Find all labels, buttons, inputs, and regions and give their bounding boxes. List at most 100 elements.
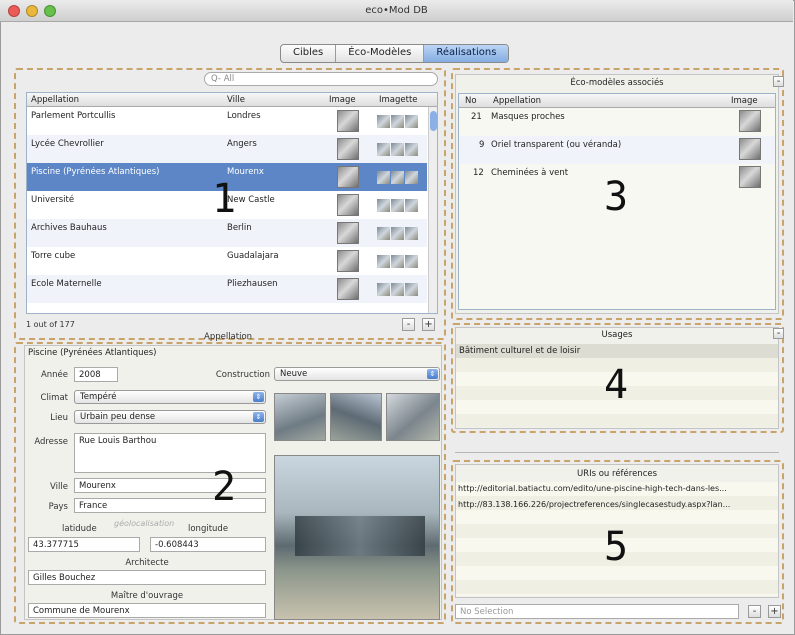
thumbnail-image <box>391 227 404 240</box>
annee-field[interactable]: 2008 <box>74 367 118 382</box>
eco-row[interactable]: 9 Oriel transparent (ou véranda) <box>459 136 775 164</box>
chevron-updown-icon: ⇕ <box>427 369 438 379</box>
tab-cibles[interactable]: Cibles <box>281 45 337 62</box>
column-imagette[interactable]: Imagette <box>379 95 418 105</box>
climat-select[interactable]: Tempéré ⇕ <box>74 390 266 404</box>
row-appellation: Université <box>31 195 75 205</box>
tab-eco-modeles[interactable]: Éco-Modèles <box>336 45 425 62</box>
row-appellation: Ecole Maternelle <box>31 279 102 289</box>
pays-field[interactable]: France <box>74 498 266 513</box>
marker-5: 5 <box>604 524 629 570</box>
row-appellation: Parlement Portcullis <box>31 111 116 121</box>
sort-label: Appellation <box>204 332 253 342</box>
thumbnail-image <box>377 143 390 156</box>
latitude-label: latidude <box>62 524 97 534</box>
ville-field[interactable]: Mourenx <box>74 478 266 493</box>
ville-label: Ville <box>50 482 68 492</box>
maitre-ouvrage-field[interactable]: Commune de Mourenx <box>28 603 266 618</box>
thumbnail-image <box>377 227 390 240</box>
thumbnail-image <box>405 283 418 296</box>
eco-modeles-title: Éco-modèles associés <box>570 78 664 88</box>
row-ville: Berlin <box>227 223 252 233</box>
table-row[interactable]: Archives Bauhaus Berlin <box>27 219 427 247</box>
add-uri-button[interactable]: + <box>768 605 781 618</box>
marker-2: 2 <box>212 464 237 510</box>
list-item[interactable]: Bâtiment culturel et de loisir <box>456 344 778 358</box>
divider <box>455 452 779 453</box>
thumbnail-image <box>405 255 418 268</box>
column-appellation[interactable]: Appellation <box>493 96 541 106</box>
vertical-scrollbar[interactable] <box>428 107 437 313</box>
marker-3: 3 <box>604 174 629 220</box>
search-input[interactable]: Q- All <box>211 74 234 84</box>
thumbnail-image <box>391 283 404 296</box>
building-image <box>337 138 359 160</box>
table-row[interactable]: Ecole Maternelle Pliezhausen <box>27 275 427 303</box>
thumbnail-image <box>391 143 404 156</box>
thumbnail-image <box>405 115 418 128</box>
row-appellation: Lycée Chevrollier <box>31 139 104 149</box>
scrollbar-thumb[interactable] <box>430 111 437 131</box>
latitude-field[interactable]: 43.377715 <box>28 537 140 552</box>
architecte-field[interactable]: Gilles Bouchez <box>28 570 266 585</box>
column-image[interactable]: Image <box>731 96 758 106</box>
eco-table-header: No Appellation Image <box>459 94 775 108</box>
building-image <box>337 222 359 244</box>
architecte-label: Architecte <box>125 558 169 568</box>
column-no[interactable]: No <box>465 96 477 106</box>
collapse-button[interactable]: - <box>773 328 784 339</box>
table-row[interactable]: Lycée Chevrollier Angers <box>27 135 427 163</box>
remove-uri-button[interactable]: - <box>748 605 761 618</box>
add-record-button[interactable]: + <box>422 318 435 331</box>
construction-select[interactable]: Neuve ⇕ <box>274 367 440 381</box>
building-image <box>337 110 359 132</box>
chevron-updown-icon: ⇕ <box>253 392 264 402</box>
uri-edit-field[interactable]: No Selection <box>455 604 739 619</box>
thumbnail-image <box>405 199 418 212</box>
longitude-field[interactable]: -0.608443 <box>150 537 266 552</box>
tab-realisations[interactable]: Réalisations <box>424 45 509 62</box>
remove-record-button[interactable]: - <box>402 318 415 331</box>
eco-image <box>739 138 761 160</box>
building-image <box>337 166 359 188</box>
thumbnail-image <box>377 255 390 268</box>
eco-row-no: 12 <box>473 168 484 178</box>
building-image <box>337 278 359 300</box>
search-field[interactable]: Q- All <box>204 72 438 86</box>
building-photo-3 <box>386 393 440 441</box>
thumbnail-image <box>377 199 390 212</box>
eco-row-name: Oriel transparent (ou véranda) <box>491 140 622 150</box>
lieu-label: Lieu <box>50 413 68 423</box>
lieu-value: Urbain peu dense <box>80 412 156 422</box>
detail-title: Piscine (Pyrénées Atlantiques) <box>28 348 157 358</box>
eco-row[interactable]: 21 Masques proches <box>459 108 775 136</box>
annee-label: Année <box>40 370 68 380</box>
thumbnail-image <box>391 115 404 128</box>
thumbnail-image <box>405 227 418 240</box>
column-image[interactable]: Image <box>329 95 356 105</box>
eco-row-name: Cheminées à vent <box>491 168 569 178</box>
main-building-photo <box>274 455 440 620</box>
table-row[interactable]: Torre cube Guadalajara <box>27 247 427 275</box>
uri-link[interactable]: http://editorial.batiactu.com/edito/une-… <box>458 484 776 493</box>
building-image <box>337 194 359 216</box>
eco-image <box>739 110 761 132</box>
adresse-field[interactable]: Rue Louis Barthou <box>74 433 266 473</box>
row-ville: Guadalajara <box>227 251 279 261</box>
window-title: eco•Mod DB <box>365 5 428 16</box>
longitude-label: longitude <box>188 524 229 534</box>
climat-value: Tempéré <box>80 392 117 402</box>
lieu-select[interactable]: Urbain peu dense ⇕ <box>74 410 266 424</box>
table-header: Appellation Ville Image Imagette <box>27 93 437 107</box>
thumbnail-image <box>391 171 404 184</box>
table-row[interactable]: Parlement Portcullis Londres <box>27 107 427 135</box>
thumbnail-image <box>391 199 404 212</box>
marker-4: 4 <box>604 362 629 408</box>
thumbnail-image <box>391 255 404 268</box>
row-ville: Londres <box>227 111 261 121</box>
uri-link[interactable]: http://83.138.166.226/projectreferences/… <box>458 500 776 509</box>
thumbnail-image <box>377 171 390 184</box>
column-appellation[interactable]: Appellation <box>31 95 79 105</box>
column-ville[interactable]: Ville <box>227 95 245 105</box>
collapse-button[interactable]: - <box>773 76 784 87</box>
